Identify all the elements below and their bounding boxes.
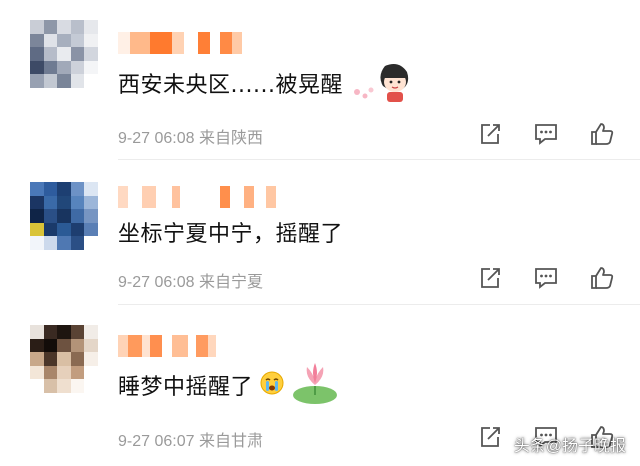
- comment-text: 西安未央区......被晃醒: [118, 73, 343, 98]
- thumbs-up-icon[interactable]: [588, 120, 616, 148]
- comment-meta: 9-27 06:08 来自宁夏: [118, 274, 263, 291]
- chibi-maruko-sticker: [349, 58, 413, 108]
- comment-meta: 9-27 06:07 来自甘肃: [118, 433, 263, 450]
- username-blurred[interactable]: [118, 186, 278, 208]
- avatar[interactable]: [30, 325, 98, 393]
- share-icon[interactable]: [476, 264, 504, 292]
- thumbs-up-icon[interactable]: [588, 264, 616, 292]
- comment-text: 坐标宁夏中宁，摇醒了: [118, 222, 344, 247]
- comment-icon[interactable]: [532, 120, 560, 148]
- comment-item: 西安未央区......被晃醒 9-27 06:08 来自陕西: [0, 0, 640, 160]
- watermark: 头条@扬子晚报: [513, 438, 626, 455]
- comment-text: 睡梦中摇醒了: [118, 375, 254, 400]
- avatar[interactable]: [30, 20, 98, 88]
- lotus-sticker: [291, 359, 339, 411]
- comment-item: 坐标宁夏中宁，摇醒了 9-27 06:08 来自宁夏: [0, 160, 640, 305]
- avatar[interactable]: [30, 182, 98, 250]
- comment-meta: 9-27 06:08 来自陕西: [118, 130, 263, 147]
- username-blurred[interactable]: [118, 335, 278, 357]
- share-icon[interactable]: [476, 120, 504, 148]
- share-icon[interactable]: [476, 423, 504, 451]
- crying-emoji-icon: [259, 370, 285, 400]
- username-blurred[interactable]: [118, 32, 278, 54]
- comment-icon[interactable]: [532, 264, 560, 292]
